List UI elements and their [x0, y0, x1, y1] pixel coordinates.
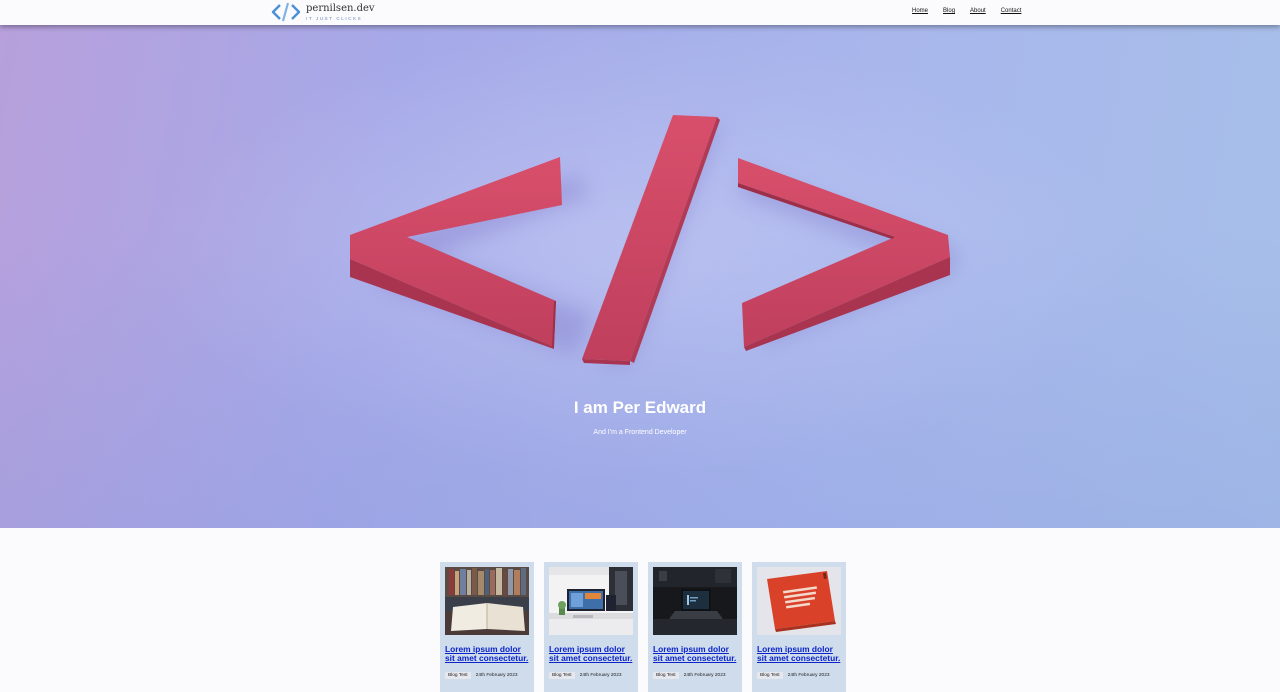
- book-photo: [445, 567, 529, 635]
- blog-card-tag[interactable]: Blog Test: [445, 672, 471, 679]
- desk-setup-photo: [549, 567, 633, 635]
- blog-card-tag[interactable]: Blog Test: [653, 672, 679, 679]
- blog-card[interactable]: Lorem ipsum dolor sit amet consectetur. …: [544, 562, 638, 692]
- code-brackets-icon: [271, 2, 301, 22]
- logo-title: pernilsen.dev: [306, 3, 375, 14]
- blog-card-title[interactable]: Lorem ipsum dolor sit amet consectetur.: [653, 645, 737, 663]
- blog-post-list: Lorem ipsum dolor sit amet consectetur. …: [440, 562, 856, 692]
- blog-card-title[interactable]: Lorem ipsum dolor sit amet consectetur.: [549, 645, 633, 663]
- blog-card-date: 24th February 2023: [475, 673, 518, 678]
- blog-card[interactable]: Lorem ipsum dolor sit amet consectetur. …: [440, 562, 534, 692]
- blog-card-title[interactable]: Lorem ipsum dolor sit amet consectetur.: [757, 645, 841, 663]
- code-brackets-hero-image: [350, 115, 955, 365]
- site-header: pernilsen.dev IT JUST CLICKS Home Blog A…: [0, 0, 1280, 25]
- main-nav: Home Blog About Contact: [912, 8, 1036, 14]
- nav-about-link[interactable]: About: [970, 8, 986, 14]
- blog-card-tag[interactable]: Blog Test: [549, 672, 575, 679]
- blog-card[interactable]: Lorem ipsum dolor sit amet consectetur. …: [648, 562, 742, 692]
- nav-home-link[interactable]: Home: [912, 8, 928, 14]
- nav-contact-link[interactable]: Contact: [1001, 8, 1022, 14]
- blog-card[interactable]: Lorem ipsum dolor sit amet consectetur. …: [752, 562, 846, 692]
- nav-blog-link[interactable]: Blog: [943, 8, 955, 14]
- blog-card-date: 24th February 2023: [787, 673, 830, 678]
- hero-subtitle: And I'm a Frontend Developer: [593, 429, 687, 436]
- site-logo[interactable]: pernilsen.dev IT JUST CLICKS: [271, 1, 375, 23]
- blog-card-date: 24th February 2023: [579, 673, 622, 678]
- blog-card-tag[interactable]: Blog Test: [757, 672, 783, 679]
- hero-banner: I am Per Edward And I'm a Frontend Devel…: [0, 25, 1280, 528]
- logo-tagline: IT JUST CLICKS: [306, 16, 363, 21]
- blog-card-date: 24th February 2023: [683, 673, 726, 678]
- hero-title: I am Per Edward: [573, 398, 707, 417]
- blog-card-title[interactable]: Lorem ipsum dolor sit amet consectetur.: [445, 645, 529, 663]
- red-book-photo: [757, 567, 841, 635]
- laptop-photo: [653, 567, 737, 635]
